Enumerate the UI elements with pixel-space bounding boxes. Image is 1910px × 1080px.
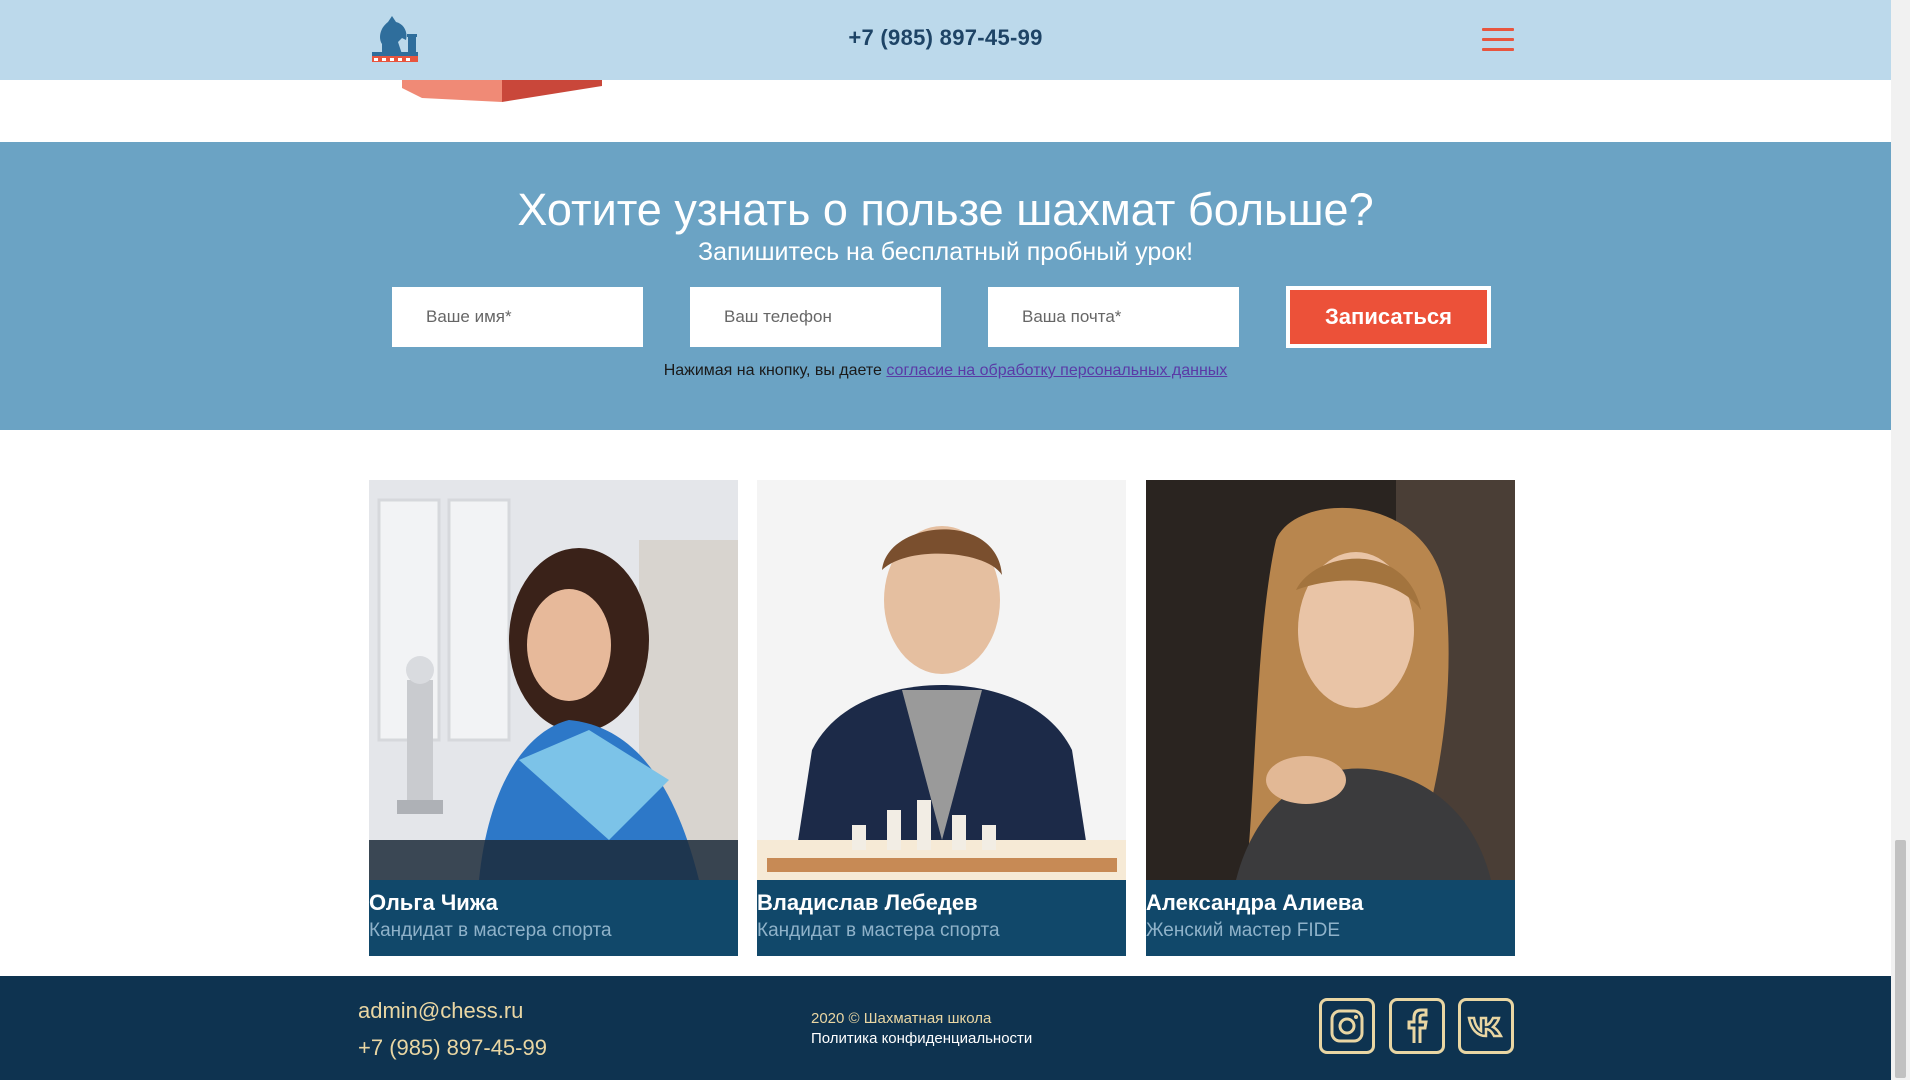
- coach-card[interactable]: Ольга Чижа Кандидат в мастера спорта: [369, 480, 738, 956]
- privacy-policy-link[interactable]: Политика конфиденциальности: [811, 1030, 1032, 1047]
- footer-copyright: 2020 © Шахматная школа: [811, 1010, 992, 1027]
- signup-title: Хотите узнать о пользе шахмат больше?: [517, 184, 1374, 235]
- signup-subtitle: Запишитесь на бесплатный пробный урок!: [697, 238, 1194, 266]
- header-phone[interactable]: +7 (985) 897-45-99: [0, 25, 1891, 51]
- coach-rank: Женский мастер FIDE: [1146, 920, 1340, 941]
- coach-name: Владислав Лебедев: [757, 890, 978, 915]
- signup-submit-button[interactable]: Записаться: [1286, 286, 1491, 348]
- coach-card[interactable]: Александра Алиева Женский мастер FIDE: [1146, 480, 1515, 956]
- facebook-icon[interactable]: [1389, 998, 1445, 1054]
- trial-signup-section: Хотите узнать о пользе шахмат больше? За…: [0, 142, 1891, 430]
- coach-name: Александра Алиева: [1146, 890, 1364, 915]
- coach-photo: [757, 480, 1126, 880]
- consent-link[interactable]: согласие на обработку персональных данны…: [886, 362, 1227, 379]
- footer-email[interactable]: admin@chess.ru: [358, 998, 523, 1024]
- decorative-piece-base: [402, 78, 602, 102]
- coach-caption: Ольга Чижа Кандидат в мастера спорта: [369, 880, 738, 956]
- coach-photo: [369, 480, 738, 880]
- consent-text: Нажимая на кнопку, вы даете: [663, 362, 887, 379]
- scrollbar-thumb[interactable]: [1895, 840, 1906, 1078]
- coach-name: Ольга Чижа: [369, 890, 498, 915]
- phone-input[interactable]: [690, 287, 941, 347]
- coach-card[interactable]: Владислав Лебедев Кандидат в мастера спо…: [757, 480, 1126, 956]
- scrollbar[interactable]: [1891, 0, 1910, 1080]
- site-footer: admin@chess.ru +7 (985) 897-45-99 2020 ©…: [0, 976, 1891, 1080]
- hamburger-icon[interactable]: [1482, 28, 1514, 52]
- consent-note: Нажимая на кнопку, вы даете согласие на …: [0, 362, 1891, 380]
- vk-icon[interactable]: [1458, 998, 1514, 1054]
- email-input[interactable]: [988, 287, 1239, 347]
- instagram-icon[interactable]: [1319, 998, 1375, 1054]
- name-input[interactable]: [392, 287, 643, 347]
- footer-phone[interactable]: +7 (985) 897-45-99: [358, 1035, 547, 1061]
- coach-caption: Владислав Лебедев Кандидат в мастера спо…: [757, 880, 1126, 956]
- site-header: +7 (985) 897-45-99: [0, 0, 1891, 80]
- coach-rank: Кандидат в мастера спорта: [757, 920, 1000, 941]
- page: +7 (985) 897-45-99 Хотите узнать о польз…: [0, 0, 1910, 1080]
- coach-photo: [1146, 480, 1515, 880]
- coach-rank: Кандидат в мастера спорта: [369, 920, 612, 941]
- coach-caption: Александра Алиева Женский мастер FIDE: [1146, 880, 1515, 956]
